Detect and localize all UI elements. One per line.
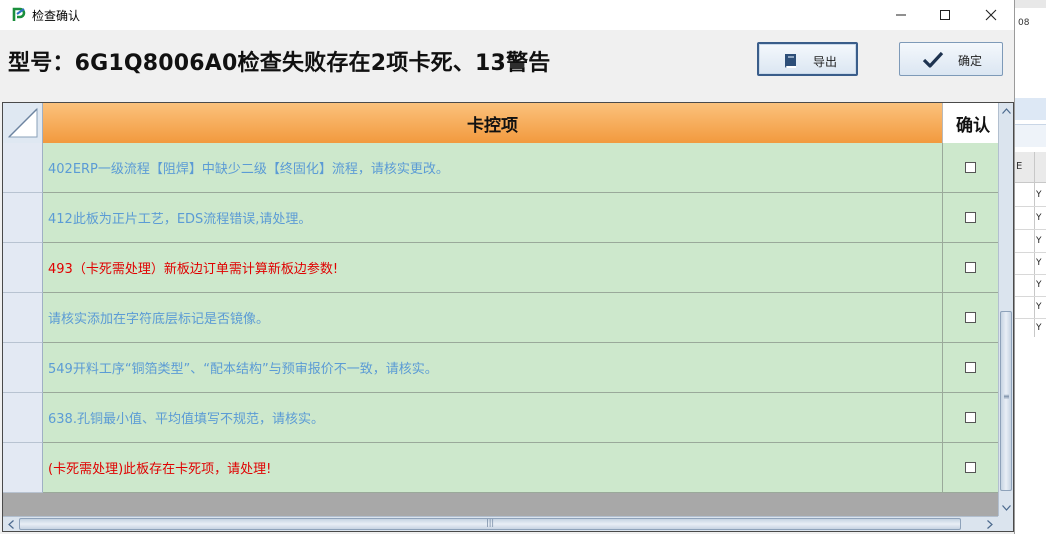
bg-app-cell: Y [1036, 258, 1042, 268]
table-row: 412此板为正片工艺，EDS流程错误,请处理。 [3, 193, 998, 243]
bg-app-cell: Y [1036, 236, 1042, 246]
check-item-cell[interactable]: 549开料工序“铜箔类型”、“配本结构”与预审报价不一致，请核实。 [43, 343, 943, 393]
chevron-down-icon [1001, 505, 1011, 511]
scroll-right-button[interactable] [982, 517, 998, 531]
bg-app-cell: Y [1036, 190, 1042, 200]
check-item-cell[interactable]: 412此板为正片工艺，EDS流程错误,请处理。 [43, 193, 943, 243]
bg-app-cell: Y [1036, 323, 1042, 333]
row-header[interactable] [3, 243, 43, 293]
confirm-cell[interactable] [943, 393, 998, 443]
row-header[interactable] [3, 193, 43, 243]
header-area: 型号：6G1Q8006A0检查失败存在2项卡死、13警告 [0, 30, 1014, 100]
book-icon [781, 51, 801, 74]
confirm-cell[interactable] [943, 293, 998, 343]
bg-row-divider [1014, 274, 1046, 275]
check-item-cell[interactable]: (卡死需处理)此板存在卡死项，请处理! [43, 443, 943, 493]
column-header-confirm[interactable]: 确认 [943, 103, 998, 143]
scroll-down-button[interactable] [999, 500, 1013, 516]
confirm-checkbox[interactable] [965, 262, 976, 273]
ok-label: 确定 [958, 54, 983, 68]
minimize-button[interactable] [878, 0, 924, 30]
table-row: 638.孔铜最小值、平均值填写不规范，请核实。 [3, 393, 998, 443]
select-all-corner[interactable] [3, 103, 43, 143]
scroll-up-button[interactable] [999, 103, 1013, 119]
grip-icon: ≡ [1003, 392, 1010, 401]
chevron-up-icon [1001, 108, 1011, 114]
ok-button[interactable]: 确定 [899, 42, 1003, 76]
minimize-icon [896, 14, 906, 16]
check-item-cell[interactable]: 402ERP一级流程【阻焊】中缺少二级【终固化】流程，请核实更改。 [43, 143, 943, 193]
bg-app-strip [1014, 0, 1046, 8]
table-row: 549开料工序“铜箔类型”、“配本结构”与预审报价不一致，请核实。 [3, 343, 998, 393]
table-row: (卡死需处理)此板存在卡死项，请处理! [3, 443, 998, 493]
window-title: 检查确认 [32, 9, 81, 23]
confirm-checkbox[interactable] [965, 362, 976, 373]
row-header[interactable] [3, 343, 43, 393]
table-row: 请核实添加在字符底层标记是否镜像。 [3, 293, 998, 343]
row-header[interactable] [3, 143, 43, 193]
bg-app-grid-header: E [1014, 152, 1046, 183]
confirm-checkbox[interactable] [965, 212, 976, 223]
close-button[interactable] [968, 0, 1014, 30]
bg-row-divider [1014, 252, 1046, 253]
horizontal-scroll-thumb[interactable]: ||| [19, 518, 961, 530]
confirm-checkbox[interactable] [965, 312, 976, 323]
bg-app-cell: Y [1036, 280, 1042, 290]
scrollbar-corner [998, 516, 1013, 531]
check-item-cell[interactable]: 请核实添加在字符底层标记是否镜像。 [43, 293, 943, 343]
vertical-scrollbar[interactable]: ≡ [998, 103, 1013, 516]
bg-row-divider [1014, 296, 1046, 297]
confirm-checkbox[interactable] [965, 162, 976, 173]
row-header[interactable] [3, 393, 43, 443]
confirm-checkbox[interactable] [965, 462, 976, 473]
bg-app-tab [1014, 98, 1046, 120]
background-app-fragment: 08 E Y Y Y Y Y Y Y [1014, 0, 1046, 534]
bg-row-divider [1014, 229, 1046, 230]
bg-app-fragment-text: 08 [1018, 18, 1030, 28]
export-label: 导出 [813, 55, 838, 69]
maximize-button[interactable] [922, 0, 968, 30]
corner-triangle-icon [7, 107, 38, 138]
scroll-left-button[interactable] [3, 517, 19, 531]
table-row: 402ERP一级流程【阻焊】中缺少二级【终固化】流程，请核实更改。 [3, 143, 998, 193]
confirm-cell[interactable] [943, 243, 998, 293]
checkmark-icon [922, 50, 944, 73]
check-items-grid: 卡控项 确认 402ERP一级流程【阻焊】中缺少二级【终固化】流程，请核实更改。… [2, 102, 1014, 532]
confirm-cell[interactable] [943, 443, 998, 493]
grid-rows: 402ERP一级流程【阻焊】中缺少二级【终固化】流程，请核实更改。 412此板为… [3, 143, 998, 493]
close-icon [985, 9, 997, 21]
bg-row-divider [1014, 206, 1046, 207]
chevron-right-icon [987, 519, 993, 529]
confirm-checkbox[interactable] [965, 412, 976, 423]
confirm-cell[interactable] [943, 343, 998, 393]
page-title: 型号：6G1Q8006A0检查失败存在2项卡死、13警告 [8, 51, 551, 76]
bg-row-divider [1014, 318, 1046, 319]
app-logo-icon [10, 6, 28, 24]
bg-app-cell: Y [1036, 302, 1042, 312]
column-header-check-item[interactable]: 卡控项 [43, 103, 943, 143]
title-bar[interactable]: 检查确认 [0, 0, 1014, 30]
export-button[interactable]: 导出 [757, 42, 858, 76]
chevron-left-icon [8, 519, 14, 529]
confirm-cell[interactable] [943, 193, 998, 243]
confirm-cell[interactable] [943, 143, 998, 193]
row-header[interactable] [3, 443, 43, 493]
grip-icon: ||| [486, 518, 495, 527]
bg-app-cell: Y [1036, 213, 1042, 223]
check-item-cell[interactable]: 493（卡死需处理）新板边订单需计算新板边参数! [43, 243, 943, 293]
grid-header: 卡控项 确认 [3, 103, 998, 143]
vertical-scroll-thumb[interactable]: ≡ [1000, 311, 1012, 491]
check-item-cell[interactable]: 638.孔铜最小值、平均值填写不规范，请核实。 [43, 393, 943, 443]
bg-app-column-divider [1034, 152, 1035, 337]
table-row: 493（卡死需处理）新板边订单需计算新板边参数! [3, 243, 998, 293]
bg-app-header-fragment: E [1016, 161, 1023, 172]
check-confirm-dialog: 检查确认 型号：6G1Q8006A0检查失败存在2项卡死、13警告 导出 确定 … [0, 0, 1015, 534]
row-header[interactable] [3, 293, 43, 343]
maximize-icon [940, 10, 950, 20]
bg-app-tab-2 [1014, 124, 1046, 147]
bg-app-empty-area [1014, 337, 1046, 534]
horizontal-scrollbar[interactable]: ||| [3, 516, 998, 531]
